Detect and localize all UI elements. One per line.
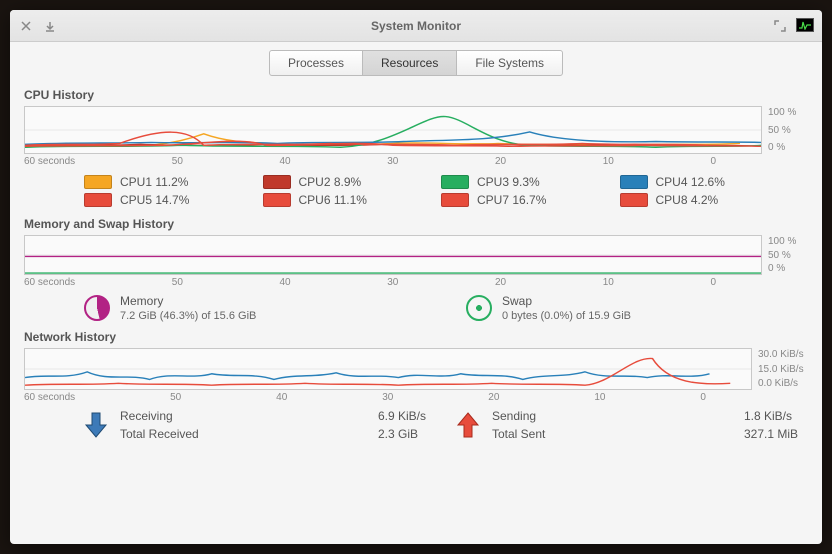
total-sent-label: Total Sent [492,427,714,441]
swap-value: 0 bytes (0.0%) of 15.9 GiB [502,310,631,322]
sending-label: Sending [492,409,714,423]
titlebar: System Monitor [10,10,822,42]
cpu-legend-item[interactable]: CPU5 14.7% [84,193,253,207]
memory-y-axis: 100 % 50 % 0 % [762,235,808,275]
cpu-legend-label: CPU6 11.1% [299,193,367,207]
tab-resources[interactable]: Resources [362,50,457,76]
cpu-legend-item[interactable]: CPU6 11.1% [263,193,432,207]
maximize-icon[interactable] [772,18,788,34]
cpu-legend-item[interactable]: CPU8 4.2% [620,193,789,207]
swap-label: Swap [502,294,631,308]
cpu-legend-item[interactable]: CPU1 11.2% [84,175,253,189]
memory-x-axis: 60 seconds 50 40 30 20 10 0 [24,275,762,288]
total-received-label: Total Received [120,427,348,441]
minimize-icon[interactable] [42,18,58,34]
network-receiving-block: Receiving 6.9 KiB/s Total Received 2.3 G… [84,409,426,441]
memory-pie-icon[interactable] [84,295,110,321]
cpu-history-title: CPU History [24,88,808,102]
memory-value: 7.2 GiB (46.3%) of 15.6 GiB [120,310,256,322]
network-x-axis: 60 seconds 50 40 30 20 10 0 [24,390,752,403]
tab-bar: Processes Resources File Systems [10,42,822,86]
system-monitor-window: System Monitor Processes Resources File … [10,10,822,544]
cpu-legend-label: CPU5 14.7% [120,193,189,207]
total-received-value: 2.3 GiB [378,427,426,441]
memory-label: Memory [120,294,256,308]
memory-usage-block: Memory 7.2 GiB (46.3%) of 15.6 GiB [84,294,406,322]
receiving-label: Receiving [120,409,348,423]
upload-arrow-icon[interactable] [456,411,480,439]
cpu-legend-label: CPU8 4.2% [656,193,719,207]
memory-history-title: Memory and Swap History [24,217,808,231]
cpu-color-swatch [441,193,469,207]
cpu-legend-label: CPU4 12.6% [656,175,725,189]
memory-history-chart [24,235,762,275]
swap-pie-icon[interactable] [466,295,492,321]
cpu-legend-label: CPU2 8.9% [299,175,362,189]
receiving-rate: 6.9 KiB/s [378,409,426,423]
swap-usage-block: Swap 0 bytes (0.0%) of 15.9 GiB [466,294,788,322]
network-sending-block: Sending 1.8 KiB/s Total Sent 327.1 MiB [456,409,798,441]
content-area: CPU History 60 seconds 50 40 30 20 [10,86,822,544]
close-icon[interactable] [18,18,34,34]
download-arrow-icon[interactable] [84,411,108,439]
cpu-color-swatch [441,175,469,189]
cpu-y-axis: 100 % 50 % 0 % [762,106,808,154]
cpu-color-swatch [620,175,648,189]
cpu-legend-label: CPU1 11.2% [120,175,188,189]
cpu-history-chart [24,106,762,154]
cpu-legend-item[interactable]: CPU3 9.3% [441,175,610,189]
tab-file-systems[interactable]: File Systems [456,50,563,76]
cpu-legend-item[interactable]: CPU2 8.9% [263,175,432,189]
cpu-legend-item[interactable]: CPU7 16.7% [441,193,610,207]
cpu-color-swatch [84,175,112,189]
window-title: System Monitor [10,19,822,33]
network-y-axis: 30.0 KiB/s 15.0 KiB/s 0.0 KiB/s [752,348,808,390]
tab-processes[interactable]: Processes [269,50,363,76]
sending-rate: 1.8 KiB/s [744,409,798,423]
cpu-legend-item[interactable]: CPU4 12.6% [620,175,789,189]
cpu-color-swatch [620,193,648,207]
cpu-legend-label: CPU3 9.3% [477,175,540,189]
cpu-legend-label: CPU7 16.7% [477,193,546,207]
network-history-title: Network History [24,330,808,344]
cpu-x-axis: 60 seconds 50 40 30 20 10 0 [24,154,762,167]
activity-indicator-icon[interactable] [796,18,814,32]
cpu-color-swatch [263,175,291,189]
network-history-chart [24,348,752,390]
cpu-color-swatch [84,193,112,207]
total-sent-value: 327.1 MiB [744,427,798,441]
cpu-legend: CPU1 11.2% CPU2 8.9% CPU3 9.3% CPU4 12.6% CP… [24,167,808,215]
cpu-color-swatch [263,193,291,207]
